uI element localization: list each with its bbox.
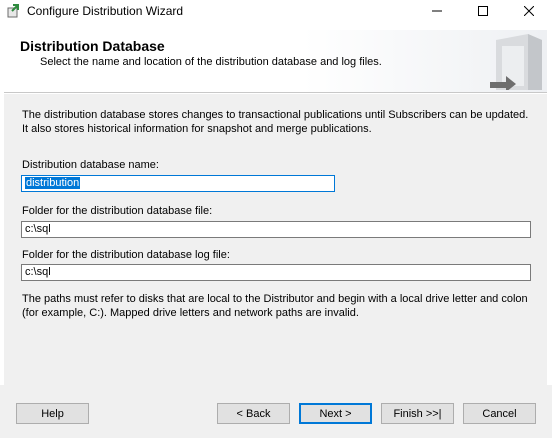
page-title: Distribution Database [20,38,165,54]
page-subtitle: Select the name and location of the dist… [40,56,382,68]
db-folder-input[interactable]: c:\sql [21,221,531,238]
window-title: Configure Distribution Wizard [27,4,184,18]
wizard-body: The distribution database stores changes… [4,93,547,385]
wizard-footer: Help < Back Next > Finish >>| Cancel [0,385,552,438]
server-graphic-icon [482,30,544,92]
maximize-button[interactable] [460,0,506,22]
next-button[interactable]: Next > [299,403,372,424]
db-folder-label: Folder for the distribution database fil… [22,205,213,217]
cancel-button[interactable]: Cancel [463,403,536,424]
help-button[interactable]: Help [16,403,89,424]
close-button[interactable] [506,0,552,22]
close-icon [524,6,534,16]
db-name-input[interactable]: distribution [21,175,335,192]
wizard-header: Distribution Database Select the name an… [4,30,547,93]
wizard-app-icon [6,3,22,19]
db-name-label: Distribution database name: [22,159,159,171]
title-bar: Configure Distribution Wizard [0,0,552,22]
minimize-icon [432,10,442,12]
description-text: The distribution database stores changes… [22,109,529,135]
log-folder-label: Folder for the distribution database log… [22,249,230,261]
finish-button[interactable]: Finish >>| [381,403,454,424]
back-button[interactable]: < Back [217,403,290,424]
log-folder-input[interactable]: c:\sql [21,264,531,281]
maximize-icon [478,6,488,16]
path-note-text: The paths must refer to disks that are l… [22,293,528,319]
minimize-button[interactable] [414,0,460,22]
db-name-value: distribution [25,177,81,189]
